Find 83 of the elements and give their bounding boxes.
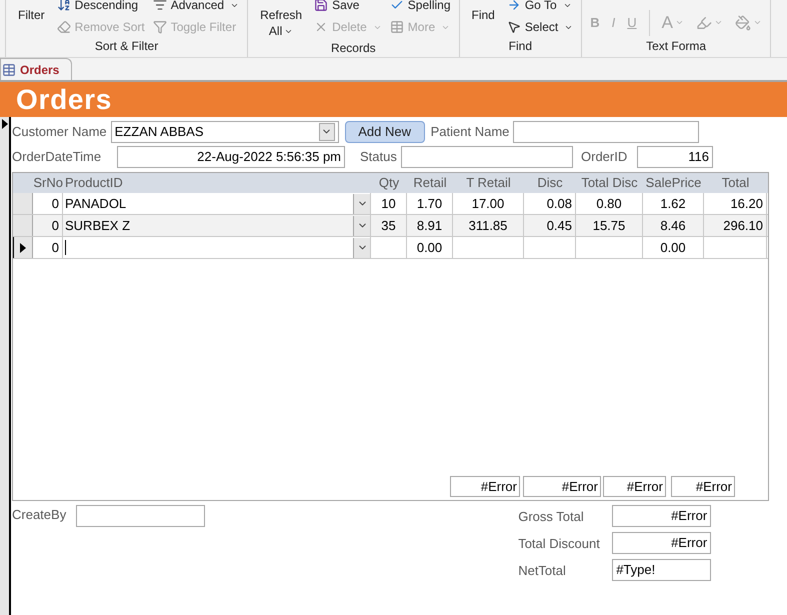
filter-list-icon bbox=[152, 0, 167, 12]
field-label: OrderID bbox=[581, 148, 628, 164]
create-by-field[interactable] bbox=[76, 505, 206, 527]
ribbon-group-label: Text Forma bbox=[645, 38, 708, 55]
ribbon-button[interactable]: Descending bbox=[56, 0, 145, 14]
paint-bucket-icon[interactable] bbox=[734, 14, 751, 31]
add-new-button[interactable]: Add New bbox=[344, 120, 425, 142]
column-header: Disc bbox=[536, 174, 564, 192]
ribbon-large-button[interactable]: Find bbox=[468, 0, 499, 23]
total-field: #Error bbox=[450, 476, 520, 497]
highlighter-icon[interactable] bbox=[696, 14, 712, 31]
column-header: ProductID bbox=[64, 174, 124, 192]
dropdown-button[interactable] bbox=[353, 194, 370, 214]
table-cell-text: 0.00 bbox=[416, 238, 444, 257]
eraser-icon bbox=[56, 20, 71, 34]
ribbon-button[interactable]: Spelling bbox=[390, 0, 450, 14]
summary-field[interactable]: #Type! bbox=[612, 559, 712, 581]
ribbon-large-button[interactable]: Refresh All bbox=[256, 0, 306, 39]
ribbon-button[interactable]: Select bbox=[506, 18, 574, 36]
table-icon bbox=[390, 20, 404, 34]
ribbon-large-button[interactable]: Filter bbox=[14, 0, 49, 23]
table-cell-text: 0.00 bbox=[659, 238, 687, 257]
total-field: #Error bbox=[523, 476, 601, 497]
dropdown-button[interactable] bbox=[353, 238, 370, 258]
total-field: #Error bbox=[603, 476, 666, 497]
column-header: Retail bbox=[412, 174, 448, 192]
table-cell-text: 0.08 bbox=[546, 194, 573, 213]
column-header: Total bbox=[720, 174, 750, 192]
total-field: #Error bbox=[671, 476, 735, 497]
dropdown-button[interactable] bbox=[353, 216, 370, 236]
ribbon-group-label: Find bbox=[508, 38, 534, 55]
patient-name-field[interactable] bbox=[513, 120, 700, 142]
table-cell-text: 10 bbox=[380, 194, 397, 213]
field-label: Gross Total bbox=[518, 509, 584, 524]
table-cell-text: 16.20 bbox=[729, 194, 764, 213]
dropdown-button[interactable] bbox=[318, 122, 335, 140]
table-cell-text: 35 bbox=[380, 216, 397, 235]
row-selector[interactable] bbox=[13, 237, 33, 258]
column-header: Total Disc bbox=[580, 174, 639, 192]
table-cell-text: 311.85 bbox=[468, 216, 508, 235]
table-cell-text: 0 bbox=[50, 194, 60, 213]
column-header: T Retail bbox=[465, 174, 512, 192]
sort-descending-icon bbox=[56, 0, 71, 12]
cursor-icon bbox=[506, 20, 521, 34]
table-cell-text: 0.80 bbox=[595, 194, 623, 213]
current-record-icon bbox=[20, 242, 26, 252]
table-cell-text: 1.70 bbox=[416, 194, 444, 213]
table-cell-text: 15.75 bbox=[592, 216, 626, 235]
document-tab[interactable]: Orders bbox=[0, 58, 72, 80]
product-combo[interactable]: PANADOL bbox=[63, 193, 353, 214]
table-cell-text: 1.62 bbox=[659, 194, 687, 213]
field-label: NetTotal bbox=[518, 563, 566, 578]
order-id-field[interactable]: 116 bbox=[637, 146, 713, 168]
summary-field[interactable]: #Error bbox=[612, 505, 712, 527]
ribbon-group-label: Sort & Filter bbox=[94, 38, 160, 55]
column-header: SalePrice bbox=[644, 174, 702, 192]
order-date-field[interactable]: 22-Aug-2022 5:56:35 pm bbox=[117, 146, 345, 168]
table-cell-text: 0 bbox=[50, 238, 60, 257]
customer-combo[interactable]: EZZAN ABBAS bbox=[110, 120, 339, 142]
form-icon bbox=[2, 62, 16, 76]
field-label: Customer Name bbox=[12, 122, 107, 141]
table-cell-text: 8.46 bbox=[659, 216, 687, 235]
field-label: Total Discount bbox=[518, 536, 600, 551]
field-label: Status bbox=[360, 148, 397, 164]
status-field[interactable] bbox=[401, 146, 573, 168]
column-header: Qty bbox=[378, 174, 400, 192]
ribbon-button[interactable]: Save bbox=[314, 0, 382, 14]
field-label: Patient Name bbox=[430, 124, 510, 138]
table-cell-text: 17.00 bbox=[470, 194, 506, 213]
funnel-icon bbox=[152, 20, 167, 34]
column-header: SrNo bbox=[33, 174, 63, 192]
product-combo[interactable]: SURBEX Z bbox=[63, 215, 353, 236]
table-cell-text: 0 bbox=[50, 216, 60, 235]
field-label: CreateBy bbox=[12, 506, 66, 524]
ribbon-group-label: Records bbox=[330, 40, 377, 57]
ribbon-button[interactable]: Advanced bbox=[152, 0, 240, 14]
summary-field[interactable]: #Error bbox=[612, 532, 712, 554]
ribbon-button[interactable]: Go To bbox=[506, 0, 574, 14]
form-title: Orders bbox=[16, 86, 112, 114]
table-cell-text: 0.45 bbox=[546, 216, 573, 235]
table-cell-text: 8.91 bbox=[416, 216, 444, 235]
field-label: OrderDateTime bbox=[12, 148, 102, 164]
table-cell-text: 296.10 bbox=[722, 216, 764, 235]
